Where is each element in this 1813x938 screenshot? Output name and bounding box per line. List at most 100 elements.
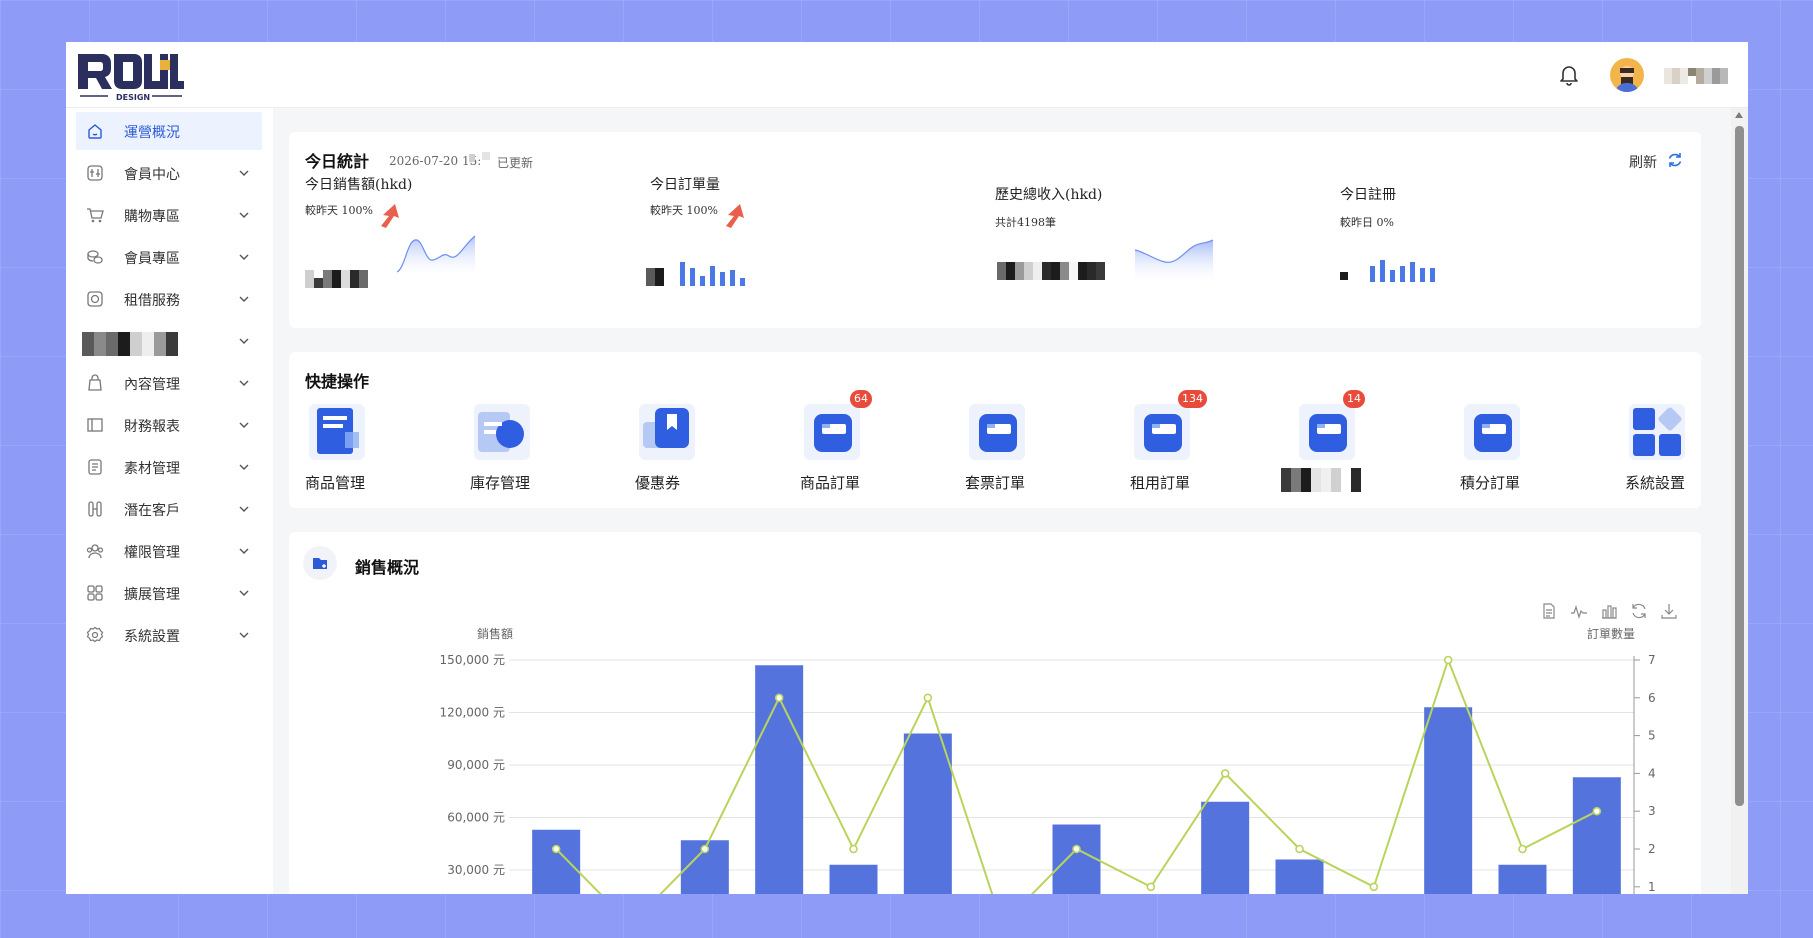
stat-name: 歷史總收入(hkd)	[995, 187, 1103, 203]
op-rental-orders[interactable]: 134 租用訂單	[1130, 390, 1240, 500]
sidebar-item-label: 購物專區	[124, 209, 180, 225]
sales-bar[interactable]	[532, 829, 581, 894]
sidebar-item-leads[interactable]: 潛在客戶	[76, 490, 262, 528]
order-count-badge: 14	[1343, 390, 1365, 408]
op-product-management[interactable]: 商品管理	[305, 400, 415, 500]
sales-overview-card: 銷售概況 銷售額 訂單數量 30,000 元 60,000 元 90,000 元 12…	[289, 532, 1701, 894]
sidebar-item-label: 運營概況	[124, 125, 180, 141]
stat-total-revenue: 歷史總收入(hkd) 共計4198筆	[995, 174, 1295, 314]
chevron-down-icon	[239, 254, 249, 260]
orders-point[interactable]	[923, 693, 933, 703]
chevron-down-icon	[239, 590, 249, 596]
orders-point[interactable]	[1295, 844, 1304, 854]
sales-bar[interactable]	[1275, 859, 1324, 895]
sidebar-item-extensions[interactable]: 擴展管理	[76, 574, 262, 612]
orders-point[interactable]	[1369, 882, 1379, 892]
main-scrollbar[interactable]	[1731, 108, 1748, 894]
chevron-down-icon	[239, 464, 249, 470]
sales-bar[interactable]	[1201, 801, 1250, 894]
scrollbar-thumb[interactable]	[1735, 126, 1744, 806]
op-system-settings[interactable]: 系統設置	[1625, 400, 1735, 500]
sidebar-item-label: 租借服務	[124, 293, 180, 309]
op-product-orders[interactable]: 64 商品訂單	[800, 390, 910, 500]
sales-bar[interactable]	[1498, 864, 1547, 894]
settings-grid-icon	[1629, 404, 1685, 460]
username-redacted[interactable]	[1664, 68, 1732, 84]
sidebar-item-redacted[interactable]	[76, 322, 262, 360]
op-inventory-management[interactable]: 庫存管理	[470, 400, 580, 500]
y2-tick-label: 5	[1648, 729, 1656, 743]
sidebar-item-overview[interactable]: 運營概況	[76, 112, 262, 150]
chevron-down-icon	[239, 170, 249, 176]
trend-up-icon	[726, 204, 744, 228]
stat-count: 共計4198筆	[995, 216, 1056, 229]
stat-compare: 較昨天 100%	[305, 204, 373, 217]
sidebar-item-material[interactable]: 素材管理	[76, 448, 262, 486]
sidebar-item-label: 會員中心	[124, 167, 180, 183]
op-coupons[interactable]: 優惠券	[635, 400, 745, 500]
order-icon	[1299, 404, 1355, 460]
orders-point[interactable]	[1443, 655, 1453, 665]
orders-point[interactable]	[551, 844, 561, 854]
sales-bar[interactable]	[1424, 707, 1473, 894]
user-avatar[interactable]	[1610, 58, 1644, 92]
redacted-value	[646, 268, 664, 286]
refresh-button[interactable]: 刷新	[1629, 152, 1657, 172]
material-icon	[88, 459, 102, 475]
extension-icon	[87, 585, 103, 601]
y-tick-label: 30,000 元	[447, 863, 505, 877]
scroll-up-arrow[interactable]	[1735, 112, 1743, 118]
orders-point[interactable]	[774, 693, 784, 703]
stats-date: 2026-07-20 15:	[389, 154, 482, 168]
orders-point[interactable]	[1592, 806, 1602, 816]
op-label: 商品訂單	[800, 474, 861, 492]
order-icon	[1464, 404, 1520, 460]
sales-bar[interactable]	[1052, 824, 1101, 895]
sales-bar[interactable]	[903, 733, 952, 895]
op-ticket-orders[interactable]: 套票訂單	[965, 400, 1075, 500]
sidebar-item-content[interactable]: 內容管理	[76, 364, 262, 402]
sales-bar[interactable]	[829, 864, 878, 894]
inventory-icon	[474, 404, 530, 460]
orders-point[interactable]	[700, 844, 710, 854]
orders-point[interactable]	[1220, 769, 1230, 778]
sidebar-item-shopping[interactable]: 購物專區	[76, 196, 262, 234]
orders-point[interactable]	[1518, 844, 1527, 854]
y2-axis-label: 訂單數量	[1587, 626, 1635, 641]
bell-icon[interactable]	[1557, 62, 1581, 86]
chevron-down-icon	[239, 296, 249, 302]
sidebar-item-finance[interactable]: 財務報表	[76, 406, 262, 444]
sales-bar[interactable]	[1572, 777, 1621, 894]
quick-ops-card: 快捷操作 商品管理 庫存管理 優惠券 64 商品訂單 套票訂單 134 租用訂單…	[289, 352, 1701, 508]
order-icon	[969, 404, 1025, 460]
redacted-time	[469, 154, 475, 162]
stat-today-orders: 今日訂單量 較昨天 100%	[646, 174, 950, 314]
op-redacted[interactable]: 14	[1281, 390, 1405, 500]
refresh-icon[interactable]	[1666, 151, 1684, 169]
orders-point[interactable]	[1146, 882, 1156, 892]
chevron-down-icon	[239, 422, 249, 428]
sidebar-item-permissions[interactable]: 權限管理	[76, 532, 262, 570]
chevron-down-icon	[239, 632, 249, 638]
redacted-value	[305, 270, 368, 288]
orders-point[interactable]	[1072, 844, 1081, 854]
coupon-icon	[639, 404, 695, 460]
today-stats-card: 今日統計 2026-07-20 15: 已更新 刷新 今日銷售額(hkd) 較昨…	[289, 132, 1701, 328]
brand-logo[interactable]: DESIGN	[76, 46, 186, 104]
sidebar-item-label: 擴展管理	[124, 587, 180, 603]
y2-tick-label: 1	[1648, 880, 1656, 894]
chevron-down-icon	[239, 380, 249, 386]
registrations-barline	[1370, 260, 1435, 282]
stats-updated: 已更新	[497, 156, 534, 170]
op-points-orders[interactable]: 積分訂單	[1460, 400, 1570, 500]
trend-up-icon	[381, 204, 399, 228]
leads-icon	[88, 501, 102, 517]
orders-point[interactable]	[849, 844, 858, 854]
sales-chart: 銷售額 訂單數量 30,000 元 60,000 元 90,000 元 120,000…	[440, 626, 1656, 895]
sidebar-item-member-center[interactable]: 會員中心	[76, 154, 262, 192]
op-label: 庫存管理	[470, 474, 531, 492]
sidebar-item-label: 會員專區	[124, 251, 180, 267]
sidebar-item-rental[interactable]: 租借服務	[76, 280, 262, 318]
sidebar-item-system-settings[interactable]: 系統設置	[76, 616, 262, 654]
sidebar-item-member-zone[interactable]: 會員專區	[76, 238, 262, 276]
